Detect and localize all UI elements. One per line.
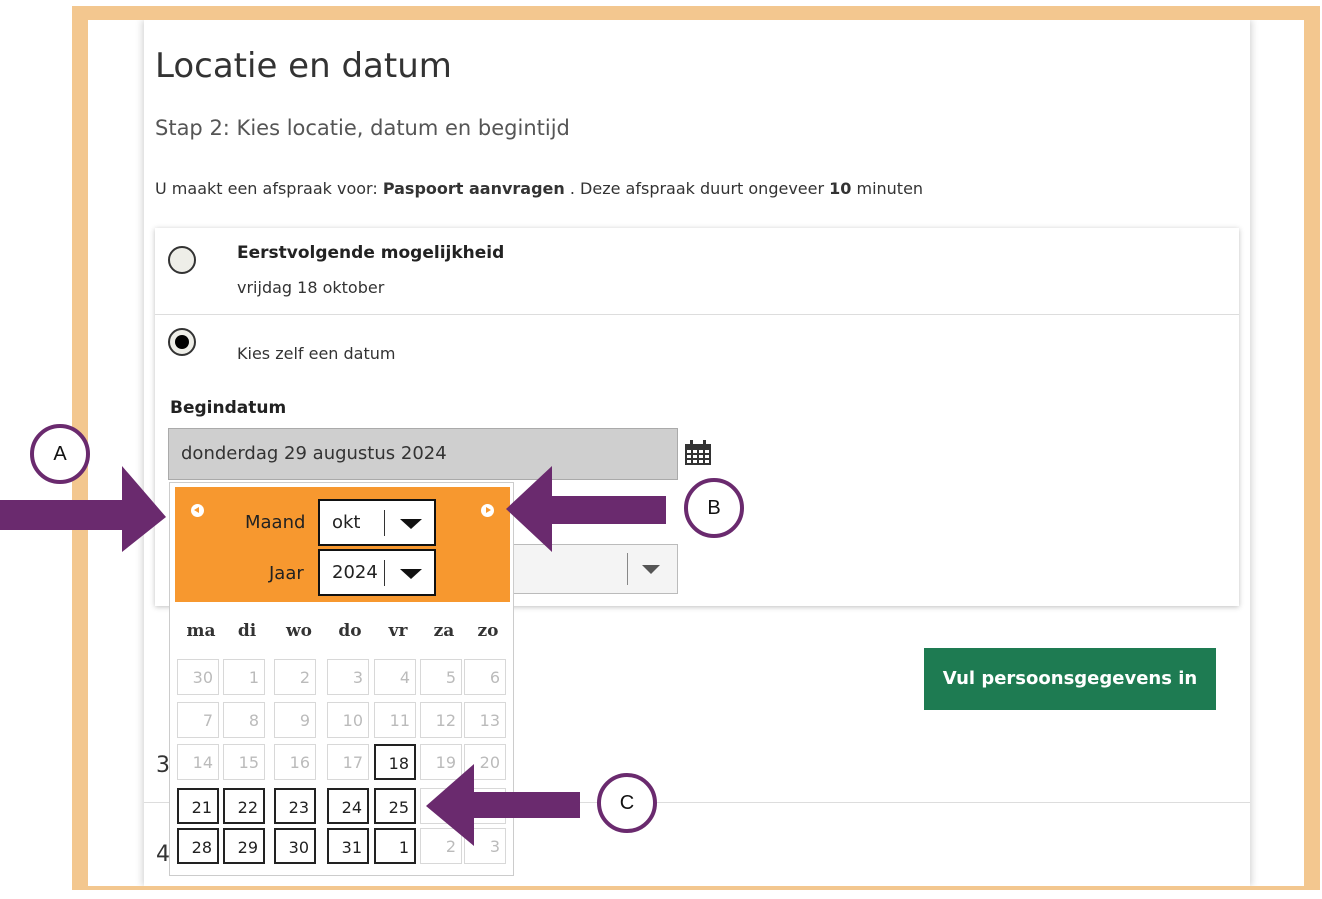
step-number-3: 3 — [156, 753, 170, 778]
weekday-label: vr — [388, 621, 408, 641]
day-cell: 6 — [464, 659, 506, 695]
intro-duration: 10 — [829, 179, 852, 198]
day-cell[interactable]: 29 — [223, 828, 265, 864]
day-cell: 30 — [177, 659, 219, 695]
day-cell: 4 — [374, 659, 416, 695]
weekday-label: do — [338, 621, 362, 641]
month-label: Maand — [245, 512, 306, 533]
select-divider — [384, 510, 385, 536]
first-available-date: vrijdag 18 oktober — [237, 278, 385, 297]
day-cell: 13 — [464, 702, 506, 738]
time-select[interactable] — [505, 544, 678, 594]
day-cell: 11 — [374, 702, 416, 738]
day-cell[interactable]: 30 — [274, 828, 316, 864]
annotation-a: A — [30, 424, 90, 484]
option-divider — [155, 314, 1239, 315]
weekday-label: ma — [186, 621, 216, 641]
intro-suffix: minuten — [851, 179, 924, 198]
weekday-label: zo — [477, 621, 499, 641]
day-cell[interactable]: 31 — [327, 828, 369, 864]
day-cell: 3 — [464, 828, 506, 864]
day-cell: 26 — [420, 788, 462, 824]
day-cell: 2 — [274, 659, 316, 695]
day-cell: 9 — [274, 702, 316, 738]
year-label: Jaar — [269, 563, 304, 584]
datepicker-header: Maand okt Jaar 2024 — [175, 487, 510, 602]
day-cell[interactable]: 18 — [374, 744, 416, 780]
month-select[interactable]: okt — [318, 499, 436, 546]
day-cell: 7 — [177, 702, 219, 738]
page-title: Locatie en datum — [155, 46, 452, 86]
begin-date-label: Begindatum — [170, 398, 287, 418]
day-cell: 3 — [327, 659, 369, 695]
select-divider — [384, 560, 385, 586]
day-cell: 17 — [327, 744, 369, 780]
annotation-b: B — [684, 478, 744, 538]
select-divider — [627, 553, 628, 585]
appointment-intro: U maakt een afspraak voor: Paspoort aanv… — [155, 179, 923, 198]
day-cell: 5 — [420, 659, 462, 695]
choose-own-date-label: Kies zelf een datum — [237, 344, 396, 363]
day-cell[interactable]: 1 — [374, 828, 416, 864]
day-cell[interactable]: 28 — [177, 828, 219, 864]
step-number-4: 4 — [156, 842, 170, 867]
weekday-label: za — [433, 621, 455, 641]
chevron-down-icon — [642, 565, 660, 574]
day-cell: 19 — [420, 744, 462, 780]
intro-prefix: U maakt een afspraak voor: — [155, 179, 383, 198]
prev-month-icon[interactable] — [191, 504, 204, 517]
day-cell: 14 — [177, 744, 219, 780]
day-cell: 8 — [223, 702, 265, 738]
annotation-c: C — [597, 773, 657, 833]
day-cell[interactable]: 24 — [327, 788, 369, 824]
day-cell: 20 — [464, 744, 506, 780]
day-cell: 2 — [420, 828, 462, 864]
day-cell[interactable]: 23 — [274, 788, 316, 824]
radio-first-available[interactable] — [168, 246, 196, 274]
day-cell[interactable]: 25 — [374, 788, 416, 824]
day-cell[interactable]: 22 — [223, 788, 265, 824]
begin-date-input[interactable]: donderdag 29 augustus 2024 — [168, 428, 678, 480]
intro-middle: . Deze afspraak duurt ongeveer — [564, 179, 830, 198]
day-cell: 27 — [464, 788, 506, 824]
day-cell: 10 — [327, 702, 369, 738]
day-cell[interactable]: 21 — [177, 788, 219, 824]
next-month-icon[interactable] — [481, 504, 494, 517]
first-available-title: Eerstvolgende mogelijkheid — [237, 243, 505, 263]
day-cell: 16 — [274, 744, 316, 780]
radio-selected-dot — [175, 335, 189, 349]
day-cell: 12 — [420, 702, 462, 738]
year-select-value: 2024 — [332, 562, 378, 583]
month-select-value: okt — [332, 512, 361, 533]
day-cell: 15 — [223, 744, 265, 780]
day-cell: 1 — [223, 659, 265, 695]
chevron-down-icon — [400, 519, 422, 529]
page-subtitle: Stap 2: Kies locatie, datum en begintijd — [155, 116, 570, 140]
radio-choose-own-date[interactable] — [168, 328, 196, 356]
datepicker-popup: Maand okt Jaar 2024 ma di wo do vr za zo 30 1 2 3… — [169, 482, 514, 876]
chevron-down-icon — [400, 569, 422, 579]
next-step-button[interactable]: Vul persoonsgegevens in — [924, 648, 1216, 710]
intro-service: Paspoort aanvragen — [382, 179, 565, 198]
calendar-icon[interactable] — [684, 440, 712, 466]
year-select[interactable]: 2024 — [318, 549, 436, 596]
weekday-label: wo — [286, 621, 312, 641]
weekday-label: di — [237, 621, 257, 641]
